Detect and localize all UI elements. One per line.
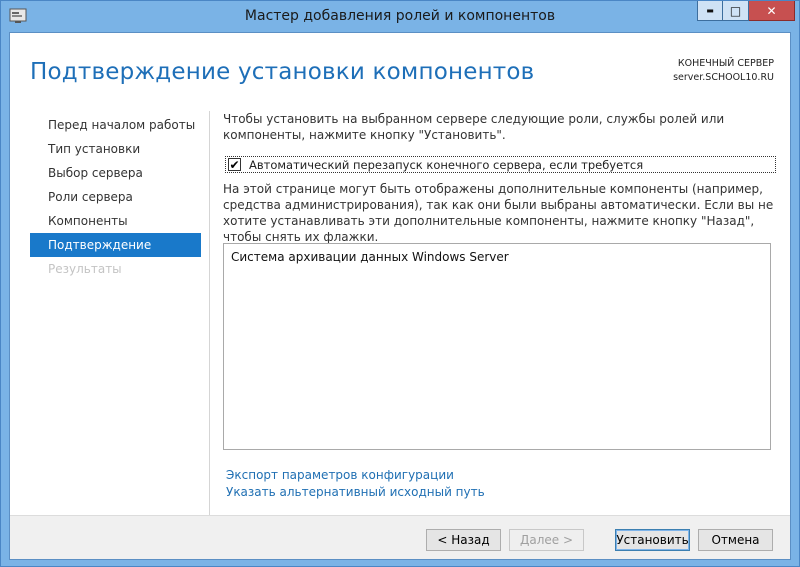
main-panel: Чтобы установить на выбранном сервере сл… — [223, 111, 776, 450]
minimize-button[interactable]: ▬ — [697, 1, 723, 21]
wizard-content: Подтверждение установки компонентов КОНЕ… — [9, 32, 791, 560]
cancel-button[interactable]: Отмена — [698, 529, 773, 551]
next-button: Далее > — [509, 529, 584, 551]
nav-item-confirmation[interactable]: Подтверждение — [30, 233, 201, 257]
list-item: Система архивации данных Windows Server — [231, 250, 509, 264]
destination-server-info: КОНЕЧНЫЙ СЕРВЕР server.SCHOOL10.RU — [673, 57, 774, 85]
wizard-window: Мастер добавления ролей и компонентов ▬ … — [0, 0, 800, 567]
maximize-button[interactable]: □ — [723, 1, 749, 21]
minimize-icon: ▬ — [706, 6, 714, 15]
title-bar[interactable]: Мастер добавления ролей и компонентов ▬ … — [1, 1, 799, 32]
nav-divider — [209, 111, 210, 521]
wizard-nav: Перед началом работы Тип установки Выбор… — [30, 113, 201, 281]
restart-checkbox-label[interactable]: Автоматический перезапуск конечного серв… — [249, 158, 643, 172]
window-title: Мастер добавления ролей и компонентов — [244, 8, 556, 24]
close-button[interactable]: ✕ — [749, 1, 795, 21]
nav-item-server-roles[interactable]: Роли сервера — [30, 185, 201, 209]
back-button[interactable]: < Назад — [426, 529, 501, 551]
links-area: Экспорт параметров конфигурации Указать … — [226, 467, 485, 501]
destination-server-label: КОНЕЧНЫЙ СЕРВЕР — [677, 58, 774, 69]
selected-components-list[interactable]: Система архивации данных Windows Server — [223, 243, 771, 450]
window-controls: ▬ □ ✕ — [697, 1, 795, 21]
close-icon: ✕ — [766, 3, 777, 18]
nav-item-features[interactable]: Компоненты — [30, 209, 201, 233]
nav-item-installation-type[interactable]: Тип установки — [30, 137, 201, 161]
button-bar: < Назад Далее > Установить Отмена — [10, 515, 790, 559]
export-config-link[interactable]: Экспорт параметров конфигурации — [226, 467, 485, 484]
destination-server-name: server.SCHOOL10.RU — [673, 72, 774, 83]
checkmark-icon: ✔ — [229, 157, 240, 172]
page-title: Подтверждение установки компонентов — [30, 59, 535, 85]
intro-text: Чтобы установить на выбранном сервере сл… — [223, 112, 725, 142]
nav-item-results: Результаты — [48, 262, 122, 276]
restart-checkbox[interactable]: ✔ — [228, 158, 241, 171]
additional-features-note: На этой странице могут быть отображены д… — [223, 182, 774, 244]
nav-item-server-selection[interactable]: Выбор сервера — [30, 161, 201, 185]
maximize-icon: □ — [729, 3, 742, 18]
alternate-source-link[interactable]: Указать альтернативный исходный путь — [226, 484, 485, 501]
nav-item-before-you-begin[interactable]: Перед началом работы — [30, 113, 201, 137]
restart-checkbox-row[interactable]: ✔ Автоматический перезапуск конечного се… — [225, 156, 776, 173]
install-button[interactable]: Установить — [615, 529, 690, 551]
